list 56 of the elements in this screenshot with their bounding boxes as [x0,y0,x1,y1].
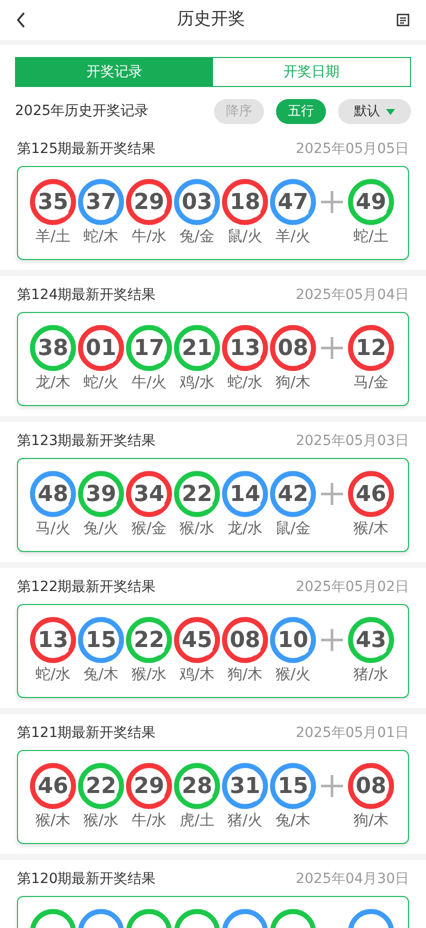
draw-date: 2025年05月04日 [296,286,409,304]
zodiac-element-label: 兔/木 [83,664,119,685]
draw-title: 第124期最新开奖结果 [17,286,156,304]
draw-title: 第123期最新开奖结果 [17,432,156,450]
zodiac-element-label: 牛/水 [131,810,167,831]
draw-date: 2025年05月03日 [296,432,409,450]
zodiac-element-label: 兔/金 [179,226,215,247]
filter-pill[interactable]: 五行 [276,99,326,124]
draw-date: 2025年04月30日 [296,870,409,888]
tab[interactable]: 开奖记录 [16,58,213,86]
zodiac-element-label: 鼠/金 [275,518,311,539]
draw-date: 2025年05月05日 [296,140,409,158]
draw-title: 第121期最新开奖结果 [17,724,156,742]
zodiac-element-label: 羊/土 [35,226,71,247]
zodiac-element-label: 猴/木 [353,518,389,539]
zodiac-element-label: 猴/火 [275,664,311,685]
zodiac-element-label: 猪/火 [227,810,263,831]
sort-dropdown[interactable]: 默认 [338,99,411,124]
caret-icon [386,108,395,114]
back-icon[interactable] [16,12,26,28]
zodiac-element-label: 鸡/木 [179,664,215,685]
section-title: 2025年历史开奖记录 [15,102,149,121]
filter-pill[interactable]: 降序 [214,99,264,124]
zodiac-element-label: 狗/木 [353,810,389,831]
zodiac-element-label: 虎/土 [179,810,215,831]
zodiac-element-label: 猴/金 [131,518,167,539]
zodiac-element-label: 蛇/火 [83,372,119,393]
zodiac-element-label: 蛇/水 [35,664,71,685]
zodiac-element-label: 牛/火 [131,372,167,393]
list-icon[interactable] [396,13,410,27]
draw-title: 第125期最新开奖结果 [17,140,156,158]
draw-date: 2025年05月02日 [296,578,409,596]
zodiac-element-label: 猴/水 [131,664,167,685]
zodiac-element-label: 鼠/火 [227,226,263,247]
zodiac-element-label: 狗/木 [275,372,311,393]
zodiac-element-label: 蛇/木 [83,226,119,247]
zodiac-element-label: 猴/木 [35,810,71,831]
zodiac-element-label: 龙/木 [35,372,71,393]
zodiac-element-label: 猴/水 [179,518,215,539]
zodiac-element-label: 马/金 [353,372,389,393]
zodiac-element-label: 狗/木 [227,664,263,685]
zodiac-element-label: 蛇/水 [227,372,263,393]
draw-date: 2025年05月01日 [296,724,409,742]
zodiac-element-label: 猴/水 [83,810,119,831]
zodiac-element-label: 龙/水 [227,518,263,539]
zodiac-element-label: 羊/火 [275,226,311,247]
zodiac-element-label: 兔/木 [275,810,311,831]
zodiac-element-label: 蛇/土 [353,226,389,247]
zodiac-element-label: 猪/水 [353,664,389,685]
draw-title: 第120期最新开奖结果 [17,870,156,888]
draw-title: 第122期最新开奖结果 [17,578,156,596]
zodiac-element-label: 鸡/水 [179,372,215,393]
zodiac-element-label: 马/火 [35,518,71,539]
page-title: 历史开奖 [177,8,245,32]
zodiac-element-label: 牛/水 [131,226,167,247]
zodiac-element-label: 兔/火 [83,518,119,539]
